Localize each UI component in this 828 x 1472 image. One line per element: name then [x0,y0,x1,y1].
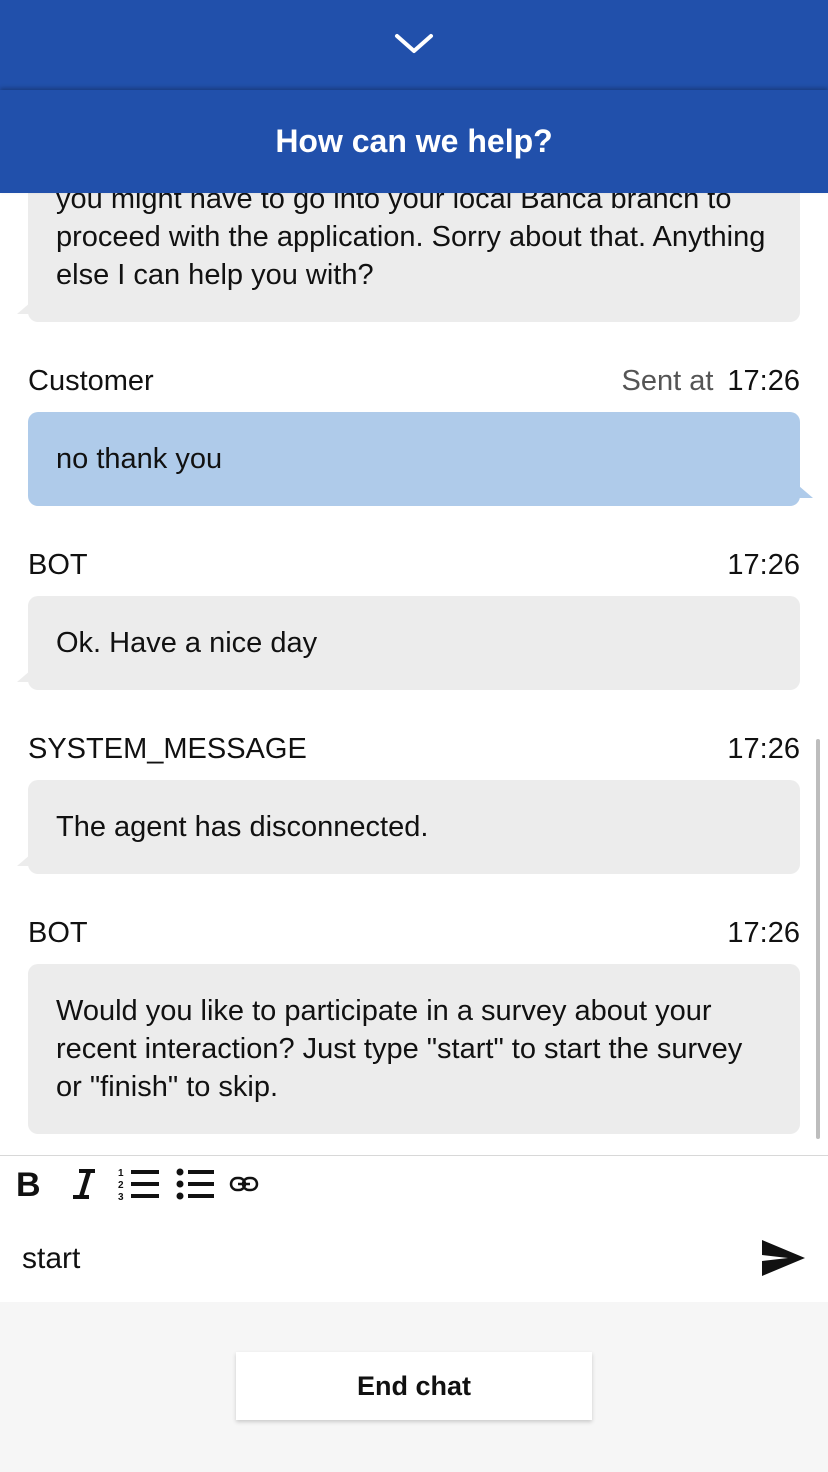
sender-name: BOT [28,916,88,949]
chat-transcript[interactable]: you might have to go into your local Ban… [0,193,828,1155]
timestamp: 17:26 [727,364,800,397]
bot-message-bubble: Would you like to participate in a surve… [28,964,800,1134]
customer-message-bubble: no thank you [28,412,800,506]
system-message-bubble: The agent has disconnected. [28,780,800,874]
svg-text:2: 2 [118,1180,124,1191]
end-chat-button[interactable]: End chat [236,1352,592,1420]
bullet-list-icon[interactable] [176,1166,216,1202]
message-header: BOT 17:26 [28,915,800,951]
bubble-tail [799,486,813,498]
message-composer [0,1214,828,1302]
message-header: BOT 17:26 [28,547,800,583]
page-title: How can we help? [275,123,553,159]
message-text: Would you like to participate in a surve… [56,995,743,1103]
message-text: you might have to go into your local Ban… [56,193,766,291]
bubble-tail [17,854,31,866]
top-bar [0,0,828,90]
chevron-down-icon[interactable] [394,30,434,61]
scrollbar[interactable] [816,739,820,1139]
sender-name: Customer [28,364,154,397]
link-icon[interactable] [229,1166,259,1202]
timestamp: 17:26 [727,548,800,581]
bubble-tail [17,670,31,682]
message-header: Customer Sent at 17:26 [28,363,800,399]
timestamp: 17:26 [727,916,800,949]
timestamp: 17:26 [727,732,800,765]
sent-at-label: Sent at [621,364,714,397]
svg-text:B: B [16,1167,41,1201]
bold-icon[interactable]: B [14,1166,44,1202]
message-input[interactable] [20,1234,724,1284]
formatting-toolbar: B 1 2 3 [0,1155,828,1215]
message-text: Ok. Have a nice day [56,627,318,659]
bot-message-bubble: you might have to go into your local Ban… [28,193,800,322]
message-header: SYSTEM_MESSAGE 17:26 [28,731,800,767]
bot-message-bubble: Ok. Have a nice day [28,596,800,690]
message-text: The agent has disconnected. [56,811,429,843]
timestamp-group: Sent at 17:26 [622,365,800,398]
numbered-list-icon[interactable]: 1 2 3 [117,1166,161,1202]
chat-header: How can we help? [0,90,828,193]
italic-icon[interactable] [70,1166,100,1202]
bubble-tail [17,302,31,314]
send-icon[interactable] [760,1238,806,1283]
svg-text:3: 3 [118,1192,124,1201]
sender-name: SYSTEM_MESSAGE [28,732,307,765]
svg-text:1: 1 [118,1168,124,1179]
message-text: no thank you [56,443,223,475]
sender-name: BOT [28,548,88,581]
